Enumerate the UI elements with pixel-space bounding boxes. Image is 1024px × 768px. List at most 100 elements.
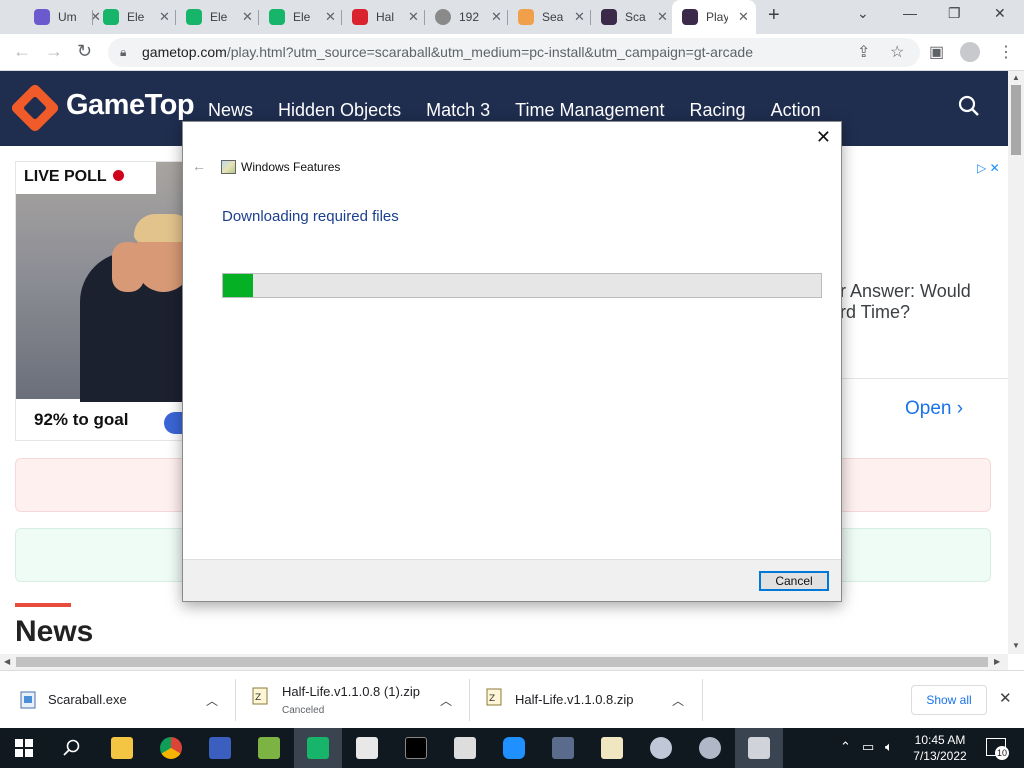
profile-avatar-icon[interactable]: [960, 42, 980, 62]
tab-close-icon[interactable]: ✕: [738, 9, 749, 25]
nav-action[interactable]: Action: [771, 100, 821, 121]
tab-half-life[interactable]: Hal ✕: [342, 0, 424, 34]
url-path: /play.html?utm_source=scaraball&utm_medi…: [226, 44, 753, 60]
scroll-left-icon[interactable]: ◀: [4, 657, 10, 666]
site-search-icon[interactable]: [958, 95, 980, 117]
nav-news[interactable]: News: [208, 100, 253, 121]
taskbar-app-2[interactable]: [245, 728, 293, 768]
7zip-icon: [454, 737, 476, 759]
chrome-icon: [160, 737, 182, 759]
tab-close-icon[interactable]: ✕: [491, 9, 502, 25]
tray-overflow-icon[interactable]: ⌃: [840, 739, 851, 755]
scroll-right-icon[interactable]: ▶: [994, 657, 1000, 666]
site-logo[interactable]: GameTop: [66, 89, 195, 122]
network-icon[interactable]: ▭: [862, 739, 874, 755]
live-poll-card[interactable]: LIVE POLL 92% to goal: [15, 161, 193, 441]
ad-text[interactable]: r Answer: Would rd Time?: [840, 281, 971, 323]
taskbar-photos[interactable]: [343, 728, 391, 768]
tab-scaraball[interactable]: Sca ✕: [591, 0, 673, 34]
tab-ip[interactable]: 192 ✕: [425, 0, 507, 34]
download-options-chevron-icon[interactable]: ︿: [672, 692, 684, 709]
scroll-down-icon[interactable]: ▼: [1012, 641, 1020, 650]
url-text[interactable]: gametop.com/play.html?utm_source=scaraba…: [142, 44, 753, 60]
tab-search[interactable]: Sea ✕: [508, 0, 590, 34]
ad-text-line1: r Answer: Would: [840, 281, 971, 301]
share-icon[interactable]: ⇪: [857, 42, 870, 62]
vertical-scroll-thumb[interactable]: [1011, 85, 1021, 155]
tab-ele-3[interactable]: Ele ✕: [259, 0, 341, 34]
tab-title: Hal: [376, 10, 395, 24]
new-tab-icon[interactable]: +: [768, 4, 780, 27]
reload-icon[interactable]: ↻: [77, 41, 92, 62]
restore-icon[interactable]: ❐: [948, 5, 961, 22]
taskbar-7zip[interactable]: [441, 728, 489, 768]
tab-search-chevron-icon[interactable]: ⌄: [857, 5, 869, 22]
dialog-back-icon[interactable]: ←: [192, 158, 206, 174]
download-filename: Half-Life.v1.1.0.8.zip: [515, 692, 634, 707]
volume-icon[interactable]: 🔈︎: [885, 739, 893, 755]
side-panel-icon[interactable]: ▣: [929, 42, 944, 62]
back-icon[interactable]: ←: [13, 41, 31, 62]
taskbar-app-1[interactable]: [196, 728, 244, 768]
download-item[interactable]: Z Half-Life.v1.1.0.8.zip ︿: [470, 679, 703, 721]
cancel-button[interactable]: Cancel: [759, 571, 829, 591]
taskbar-app-7[interactable]: [686, 728, 734, 768]
tab-title: Ele: [210, 10, 228, 24]
nav-match-3[interactable]: Match 3: [426, 100, 490, 121]
ad-choices-icon[interactable]: ▷ ✕: [977, 161, 1000, 175]
menu-kebab-icon[interactable]: ⋮: [998, 42, 1014, 62]
tab-close-icon[interactable]: ✕: [408, 9, 419, 25]
bookmark-star-icon[interactable]: ☆: [890, 42, 904, 62]
taskbar-app-3[interactable]: [490, 728, 538, 768]
search-icon: [63, 739, 80, 756]
address-bar[interactable]: 🔒︎ gametop.com/play.html?utm_source=scar…: [108, 38, 920, 67]
download-options-chevron-icon[interactable]: ︿: [440, 692, 452, 709]
taskbar-app-5[interactable]: [588, 728, 636, 768]
poll-goal-text: 92% to goal: [34, 410, 129, 429]
app-icon: [209, 737, 231, 759]
taskbar-terminal[interactable]: [392, 728, 440, 768]
download-options-chevron-icon[interactable]: ︿: [206, 692, 218, 709]
download-item[interactable]: Scaraball.exe ︿: [0, 679, 236, 721]
scroll-up-icon[interactable]: ▲: [1012, 73, 1020, 82]
horizontal-scroll-thumb[interactable]: [16, 657, 988, 667]
dialog-close-icon[interactable]: ✕: [816, 127, 831, 148]
chevron-right-icon: ›: [956, 398, 964, 419]
download-item[interactable]: Z Half-Life.v1.1.0.8 (1).zip Canceled ︿: [236, 679, 470, 721]
zip-file-icon: Z: [252, 687, 268, 705]
tab-close-icon[interactable]: ✕: [574, 9, 585, 25]
nav-time-management[interactable]: Time Management: [515, 100, 664, 121]
nav-racing[interactable]: Racing: [690, 100, 746, 121]
photos-icon: [356, 737, 378, 759]
taskbar-clock[interactable]: 10:45 AM 7/13/2022: [912, 732, 968, 764]
vertical-scrollbar[interactable]: ▲ ▼: [1008, 71, 1024, 654]
windows-taskbar: ⌃ ▭ 🔈︎ 10:45 AM 7/13/2022 10: [0, 728, 1024, 768]
taskbar-file-explorer[interactable]: [98, 728, 146, 768]
tab-close-icon[interactable]: ✕: [325, 9, 336, 25]
window-close-icon[interactable]: ✕: [994, 5, 1006, 22]
forward-icon[interactable]: →: [45, 41, 63, 62]
horizontal-scrollbar[interactable]: ◀ ▶: [0, 654, 1008, 670]
nav-hidden-objects[interactable]: Hidden Objects: [278, 100, 401, 121]
taskbar-windows-features[interactable]: [735, 728, 783, 768]
minimize-icon[interactable]: —: [903, 5, 917, 21]
tab-close-icon[interactable]: ✕: [159, 9, 170, 25]
tab-play-active[interactable]: Play ✕: [672, 0, 756, 34]
lock-icon[interactable]: 🔒︎: [120, 45, 126, 60]
taskbar-app-active[interactable]: [294, 728, 342, 768]
tab-ele-1[interactable]: Ele ✕: [93, 0, 175, 34]
taskbar-app-6[interactable]: [637, 728, 685, 768]
taskbar-chrome[interactable]: [147, 728, 195, 768]
tab-close-icon[interactable]: ✕: [242, 9, 253, 25]
tab-favicon-icon: [518, 9, 534, 25]
tab-ele-2[interactable]: Ele ✕: [176, 0, 258, 34]
tab-close-icon[interactable]: ✕: [657, 9, 668, 25]
gametop-logo-icon[interactable]: [9, 82, 61, 134]
taskbar-app-4[interactable]: [539, 728, 587, 768]
ad-open-link[interactable]: Open ›: [905, 398, 963, 420]
start-button[interactable]: [0, 728, 48, 768]
notepad-icon: [258, 737, 280, 759]
taskbar-search-button[interactable]: [48, 728, 96, 768]
show-all-button[interactable]: Show all: [911, 685, 987, 715]
downloads-close-icon[interactable]: ✕: [999, 689, 1012, 707]
